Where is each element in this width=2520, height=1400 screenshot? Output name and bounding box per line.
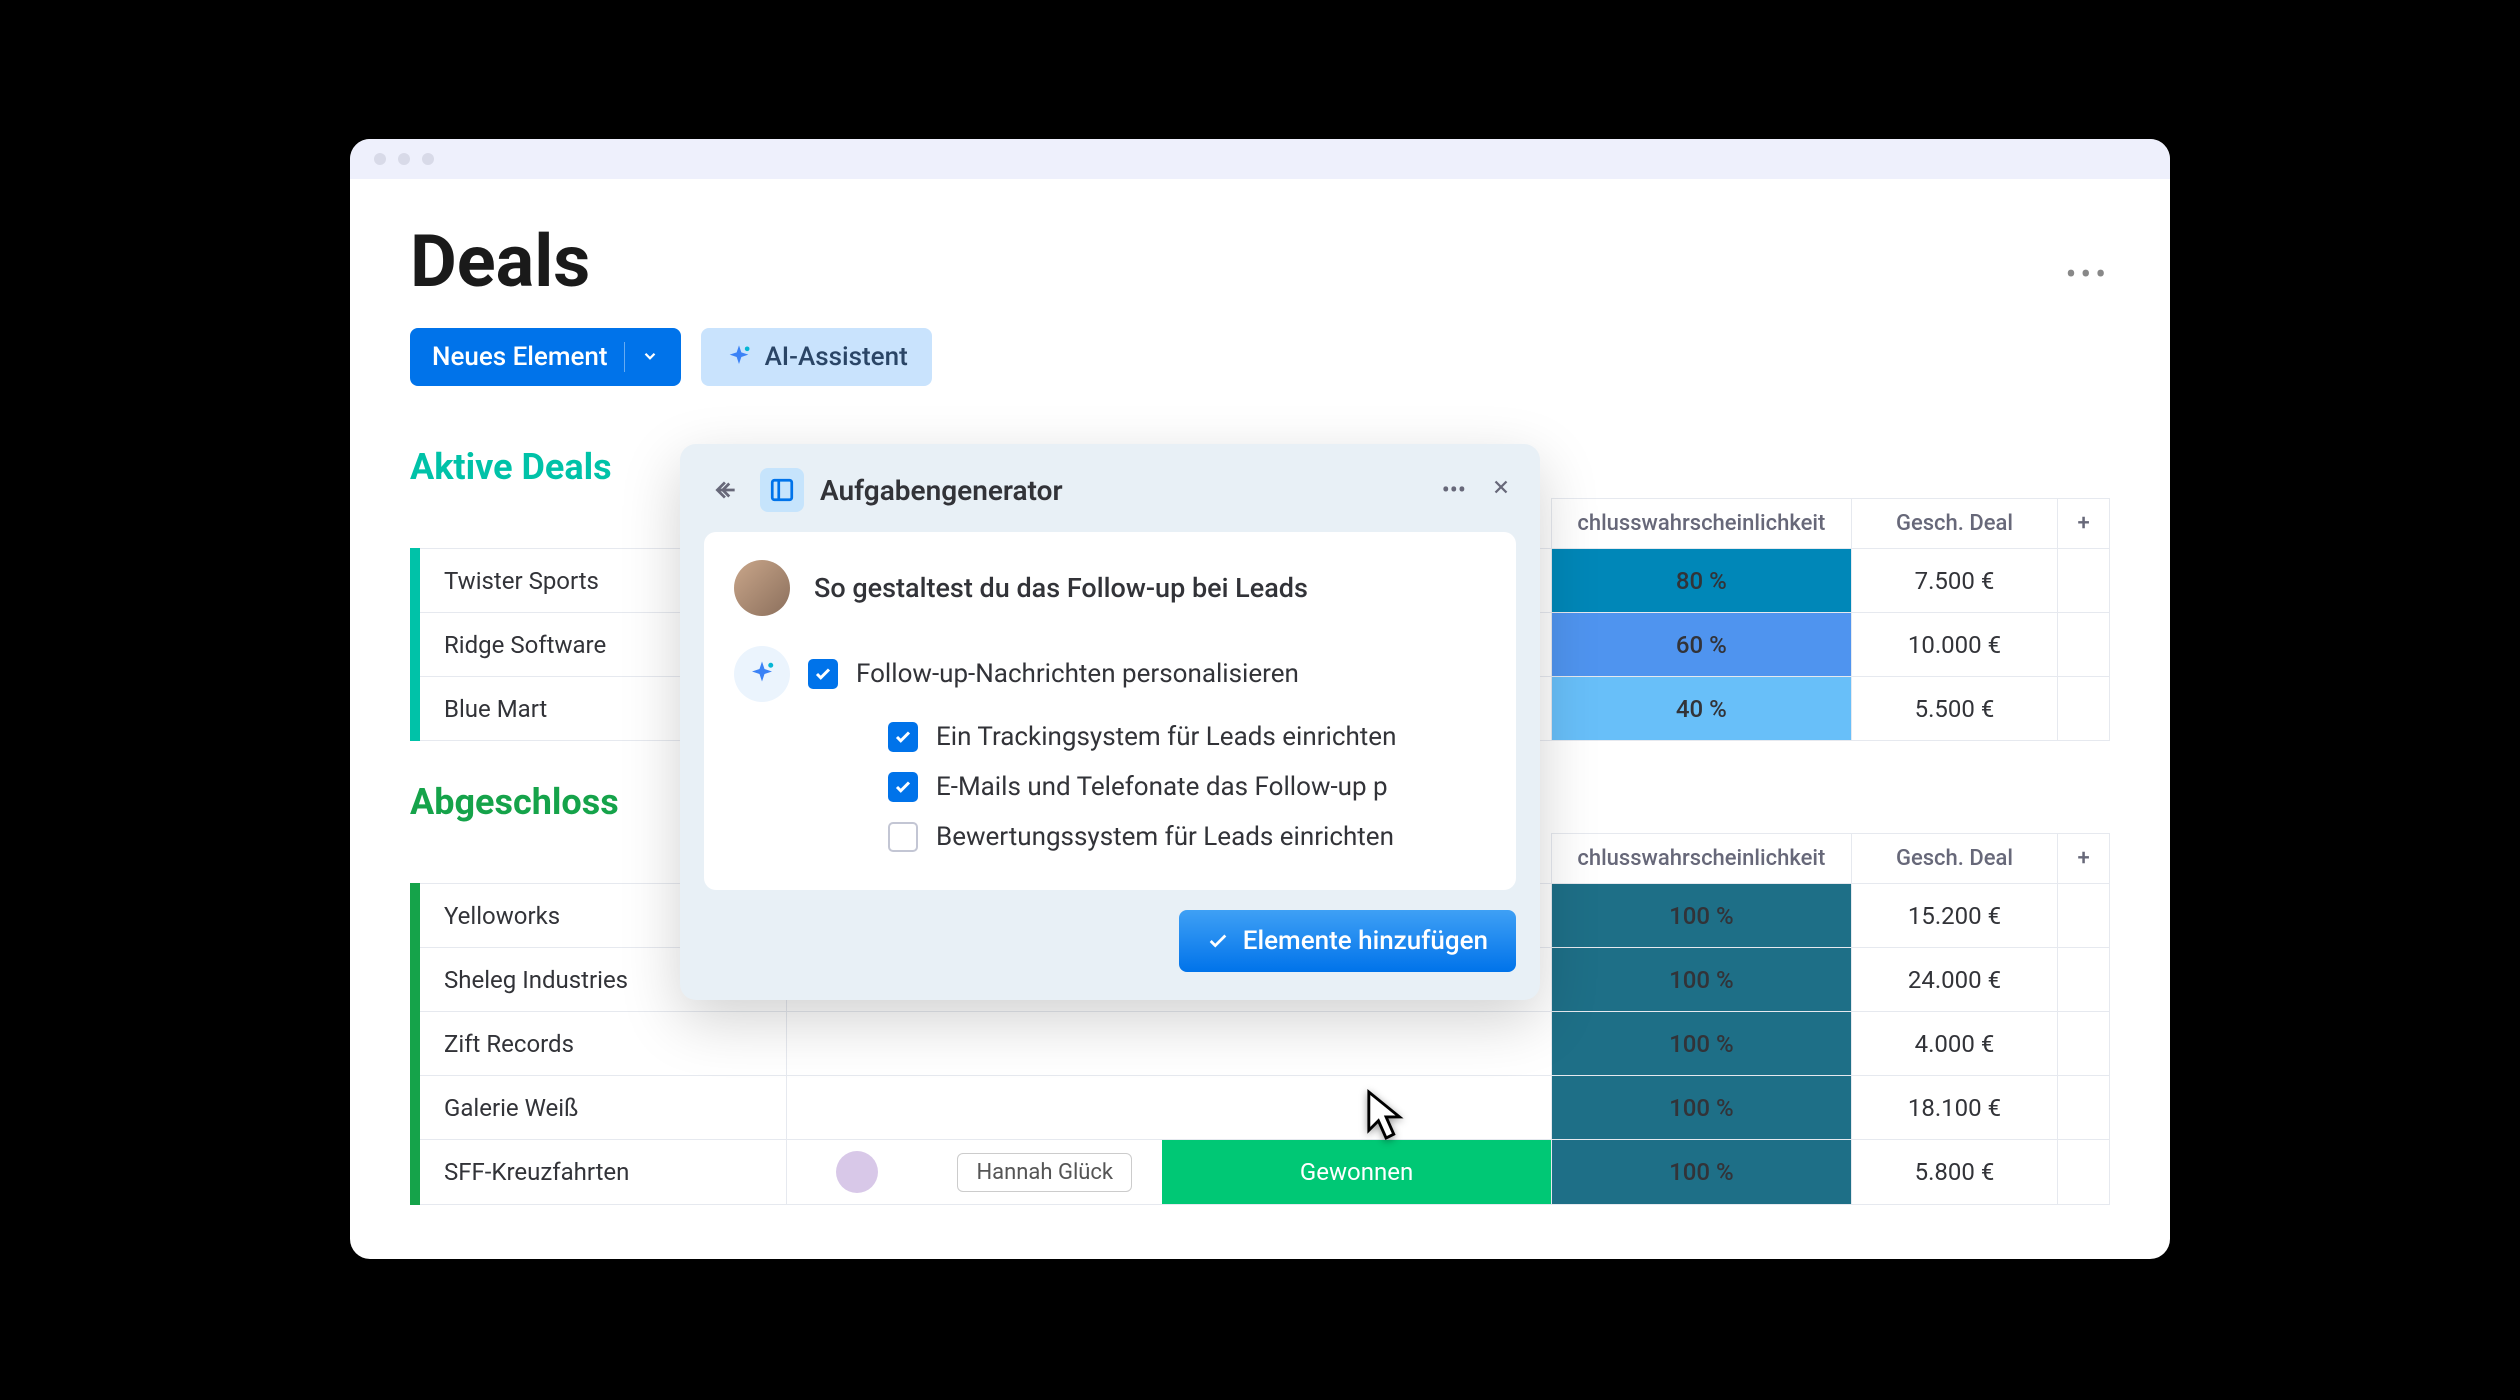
col-probability: chlusswahrscheinlichkeit <box>1552 834 1852 884</box>
popup-heading-row: So gestaltest du das Follow-up bei Leads <box>734 560 1486 616</box>
probability-cell[interactable]: 100 % <box>1552 1012 1852 1076</box>
cursor-icon <box>1365 1088 1411 1146</box>
probability-cell[interactable]: 80 % <box>1552 549 1852 613</box>
owner-avatar[interactable] <box>836 1151 878 1193</box>
probability-cell[interactable]: 60 % <box>1552 613 1852 677</box>
task-text: Ein Trackingsystem für Leads einrichten <box>936 722 1396 752</box>
popup-title: Aufgabengenerator <box>820 474 1063 507</box>
user-avatar <box>734 560 790 616</box>
new-element-button[interactable]: Neues Element <box>410 328 681 386</box>
table-row[interactable]: Zift Records 100 % 4.000 € <box>415 1012 2110 1076</box>
task-text: E-Mails und Telefonate das Follow-up p <box>936 772 1388 802</box>
col-deal-value: Gesch. Deal <box>1851 834 2058 884</box>
checkbox-checked[interactable] <box>808 659 838 689</box>
table-row[interactable]: SFF-Kreuzfahrten Hannah Glück Gewonnen 1… <box>415 1140 2110 1205</box>
popup-body: So gestaltest du das Follow-up bei Leads… <box>704 532 1516 890</box>
window-control-dot[interactable] <box>422 153 434 165</box>
titlebar <box>350 139 2170 179</box>
deal-name[interactable]: SFF-Kreuzfahrten <box>415 1140 787 1205</box>
add-elements-button[interactable]: Elemente hinzufügen <box>1179 910 1516 972</box>
window-control-dot[interactable] <box>398 153 410 165</box>
back-arrow-icon[interactable] <box>708 472 744 508</box>
probability-cell[interactable]: 100 % <box>1552 884 1852 948</box>
task-text: Follow-up-Nachrichten personalisieren <box>856 659 1299 689</box>
popup-more-icon[interactable]: ••• <box>1442 476 1466 504</box>
probability-cell[interactable]: 100 % <box>1552 1076 1852 1140</box>
ai-assistant-label: AI-Assistent <box>765 342 908 372</box>
deal-name[interactable]: Galerie Weiß <box>415 1076 787 1140</box>
task-row: Ein Trackingsystem für Leads einrichten <box>734 712 1486 762</box>
add-elements-label: Elemente hinzufügen <box>1243 926 1488 956</box>
task-row: E-Mails und Telefonate das Follow-up p <box>734 762 1486 812</box>
task-row: Follow-up-Nachrichten personalisieren <box>734 636 1486 712</box>
task-row: Bewertungssystem für Leads einrichten <box>734 812 1486 862</box>
owner-tag[interactable]: Hannah Glück <box>957 1153 1132 1192</box>
popup-layout-icon <box>760 468 804 512</box>
more-options-icon[interactable]: ••• <box>2066 255 2110 293</box>
checkbox-unchecked[interactable] <box>888 822 918 852</box>
ai-sparkle-icon <box>734 646 790 702</box>
ai-assistant-button[interactable]: AI-Assistent <box>701 328 932 386</box>
popup-close-icon[interactable] <box>1490 476 1512 504</box>
deal-value-cell[interactable]: 15.200 € <box>1851 884 2058 948</box>
button-divider <box>624 342 625 372</box>
page-title: Deals <box>410 219 590 304</box>
new-element-label: Neues Element <box>432 342 608 372</box>
probability-cell[interactable]: 100 % <box>1552 1140 1852 1205</box>
table-row[interactable]: Galerie Weiß 100 % 18.100 € <box>415 1076 2110 1140</box>
probability-cell[interactable]: 100 % <box>1552 948 1852 1012</box>
deal-value-cell[interactable]: 4.000 € <box>1851 1012 2058 1076</box>
deal-value-cell[interactable]: 10.000 € <box>1851 613 2058 677</box>
task-text: Bewertungssystem für Leads einrichten <box>936 822 1394 852</box>
window-control-dot[interactable] <box>374 153 386 165</box>
status-badge[interactable]: Gewonnen <box>1162 1140 1551 1204</box>
col-probability: chlusswahrscheinlichkeit <box>1552 499 1852 549</box>
ai-sparkle-icon <box>725 343 753 371</box>
toolbar: Neues Element AI-Assistent <box>410 328 2110 386</box>
deal-value-cell[interactable]: 5.800 € <box>1851 1140 2058 1205</box>
probability-cell[interactable]: 40 % <box>1552 677 1852 741</box>
deal-value-cell[interactable]: 18.100 € <box>1851 1076 2058 1140</box>
add-column-button[interactable]: + <box>2058 834 2110 884</box>
popup-footer: Elemente hinzufügen <box>680 910 1540 1000</box>
chevron-down-icon[interactable] <box>641 342 659 372</box>
task-generator-popup: Aufgabengenerator ••• So gestaltest du d… <box>680 444 1540 1000</box>
popup-heading: So gestaltest du das Follow-up bei Leads <box>814 572 1308 604</box>
deal-name[interactable]: Zift Records <box>415 1012 787 1076</box>
check-icon <box>1207 930 1229 952</box>
popup-header: Aufgabengenerator ••• <box>680 444 1540 532</box>
add-column-button[interactable]: + <box>2058 499 2110 549</box>
deal-value-cell[interactable]: 7.500 € <box>1851 549 2058 613</box>
checkbox-checked[interactable] <box>888 772 918 802</box>
checkbox-checked[interactable] <box>888 722 918 752</box>
deal-value-cell[interactable]: 5.500 € <box>1851 677 2058 741</box>
col-deal-value: Gesch. Deal <box>1851 499 2058 549</box>
deal-value-cell[interactable]: 24.000 € <box>1851 948 2058 1012</box>
